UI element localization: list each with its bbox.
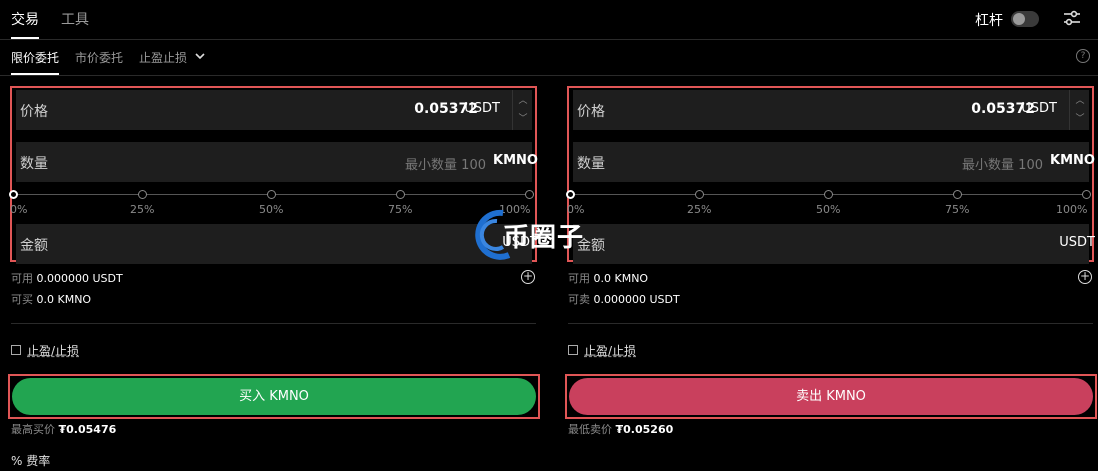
slider-step-dot[interactable] — [824, 190, 833, 199]
sell-tpsl-label[interactable]: 止盈/止损 — [584, 342, 636, 359]
sell-best-price: 最低卖价 ₮0.05260 — [568, 421, 673, 437]
toggle-knob — [1013, 13, 1025, 25]
sell-available: 可用 0.0 KMNO — [568, 270, 648, 286]
tab-stop-order[interactable]: 止盈止损 — [139, 49, 187, 66]
chevron-down-icon[interactable] — [194, 50, 206, 62]
slider-step-dot[interactable] — [267, 190, 276, 199]
tab-market-order[interactable]: 市价委托 — [75, 49, 123, 66]
sell-amount-field[interactable]: 金额 USDT — [573, 224, 1095, 264]
slider-tick-label: 75% — [388, 203, 413, 216]
help-icon[interactable]: ? — [1076, 49, 1090, 63]
slider-step-dot[interactable] — [953, 190, 962, 199]
buy-tpsl-label[interactable]: 止盈/止损 — [27, 342, 79, 359]
best-ask-label: 最低卖价 — [568, 423, 612, 436]
buy-can-buy: 可买 0.0 KMNO — [11, 291, 91, 307]
buy-tpsl-checkbox[interactable] — [11, 345, 21, 355]
sell-can-sell: 可卖 0.000000 USDT — [568, 291, 680, 307]
tab-tools[interactable]: 工具 — [61, 9, 89, 29]
divider — [568, 323, 1093, 324]
slider-tick-label: 0% — [10, 203, 28, 216]
slider-tick-label: 100% — [1056, 203, 1088, 216]
tab-limit-order[interactable]: 限价委托 — [11, 49, 59, 66]
sell-amount-unit: USDT — [1059, 235, 1095, 250]
percent-icon: % — [11, 454, 23, 468]
buy-price-field[interactable]: 价格 0.05372 USDT ︿ ﹀ — [16, 90, 532, 130]
chevron-up-icon[interactable]: ︿ — [1075, 96, 1085, 106]
can-sell-value: 0.000000 USDT — [593, 293, 680, 306]
chevron-up-icon[interactable]: ︿ — [518, 96, 528, 106]
buy-button[interactable]: 买入 KMNO — [12, 378, 536, 415]
sell-button[interactable]: 卖出 KMNO — [569, 378, 1093, 415]
buy-price-stepper[interactable]: ︿ ﹀ — [512, 90, 532, 130]
sell-price-field[interactable]: 价格 0.05372 USDT ︿ ﹀ — [573, 90, 1089, 130]
slider-step-dot[interactable] — [1082, 190, 1091, 199]
slider-step-dot[interactable] — [695, 190, 704, 199]
tab-trade-underline — [11, 37, 39, 39]
buy-amount-label: 金额 — [20, 238, 48, 254]
can-sell-label: 可卖 — [568, 293, 590, 306]
sell-price-label: 价格 — [577, 104, 605, 120]
sell-form-box: 价格 0.05372 USDT ︿ ﹀ 数量 最小数量 100 KMNO 0% 2… — [566, 86, 1095, 264]
tab-trade[interactable]: 交易 — [11, 9, 39, 29]
slider-step-dot[interactable] — [396, 190, 405, 199]
chevron-down-icon[interactable]: ﹀ — [1075, 114, 1085, 124]
available-label: 可用 — [568, 272, 590, 285]
can-buy-label: 可买 — [11, 293, 33, 306]
buy-available: 可用 0.000000 USDT — [11, 270, 123, 286]
buy-qty-label: 数量 — [20, 156, 48, 172]
top-bar: 交易 工具 杠杆 — [0, 0, 1098, 40]
sell-slider[interactable]: 0% 25% 50% 75% 100% — [566, 188, 1091, 218]
buy-button-box: 买入 KMNO — [8, 374, 540, 419]
sell-qty-unit: KMNO — [1050, 153, 1095, 168]
slider-tick-label: 25% — [130, 203, 155, 216]
best-ask-value: ₮0.05260 — [615, 423, 674, 436]
sell-price-stepper[interactable]: ︿ ﹀ — [1069, 90, 1089, 130]
fee-label: 费率 — [26, 454, 51, 468]
available-value: 0.0 KMNO — [593, 272, 649, 285]
leverage-toggle[interactable] — [1011, 11, 1039, 27]
buy-best-price: 最高买价 ₮0.05476 — [11, 421, 116, 437]
plus-circle-icon[interactable]: + — [1078, 270, 1092, 284]
buy-qty-input[interactable]: 最小数量 100 — [405, 154, 486, 173]
available-label: 可用 — [11, 272, 33, 285]
watermark: 币圈子 — [473, 205, 633, 265]
best-bid-value: ₮0.05476 — [58, 423, 117, 436]
best-bid-label: 最高买价 — [11, 423, 55, 436]
buy-qty-unit: KMNO — [493, 153, 538, 168]
sell-tpsl-checkbox[interactable] — [568, 345, 578, 355]
order-type-tabs: 限价委托 市价委托 止盈止损 — [0, 41, 1098, 76]
sell-qty-input[interactable]: 最小数量 100 — [962, 154, 1043, 173]
sliders-icon[interactable] — [1063, 9, 1081, 27]
sell-qty-label: 数量 — [577, 156, 605, 172]
buy-qty-field[interactable]: 数量 最小数量 100 KMNO — [16, 142, 538, 182]
watermark-text: 币圈子 — [503, 223, 585, 253]
buy-price-label: 价格 — [20, 104, 48, 120]
sell-qty-field[interactable]: 数量 最小数量 100 KMNO — [573, 142, 1095, 182]
slider-step-dot[interactable] — [566, 190, 575, 199]
slider-step-dot[interactable] — [525, 190, 534, 199]
leverage-label: 杠杆 — [975, 13, 1003, 29]
slider-tick-label: 50% — [259, 203, 284, 216]
slider-tick-label: 75% — [945, 203, 970, 216]
buy-form-box: 价格 0.05372 USDT ︿ ﹀ 数量 最小数量 100 KMNO 0% 2… — [9, 86, 538, 264]
plus-circle-icon[interactable]: + — [521, 270, 535, 284]
can-buy-value: 0.0 KMNO — [36, 293, 92, 306]
buy-amount-field[interactable]: 金额 USDT — [16, 224, 538, 264]
sell-button-box: 卖出 KMNO — [565, 374, 1097, 419]
chevron-down-icon[interactable]: ﹀ — [518, 114, 528, 124]
sell-price-unit: USDT — [1021, 101, 1057, 116]
slider-tick-label: 50% — [816, 203, 841, 216]
buy-slider[interactable]: 0% 25% 50% 75% 100% — [9, 188, 534, 218]
available-value: 0.000000 USDT — [36, 272, 123, 285]
fee-rate[interactable]: % 费率 — [11, 452, 50, 469]
buy-price-unit: USDT — [464, 101, 500, 116]
slider-step-dot[interactable] — [9, 190, 18, 199]
divider — [11, 323, 536, 324]
tab-limit-underline — [11, 73, 59, 75]
slider-tick-label: 25% — [687, 203, 712, 216]
slider-step-dot[interactable] — [138, 190, 147, 199]
